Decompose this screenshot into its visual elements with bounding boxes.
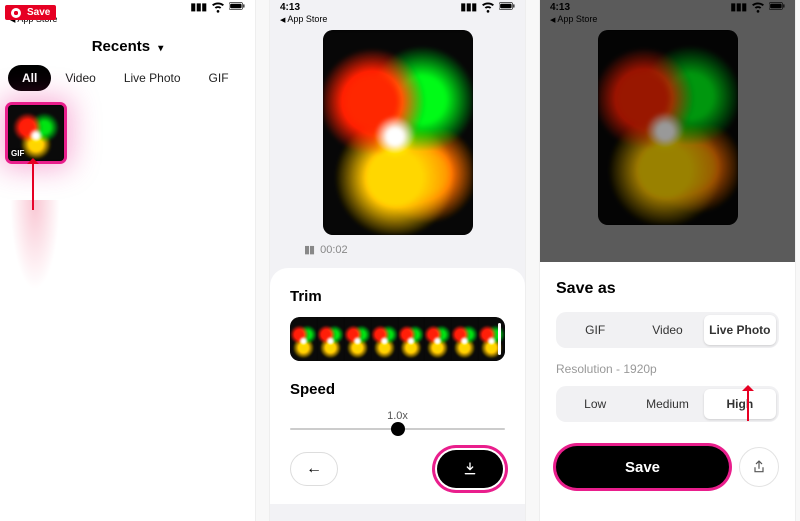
action-row: ← — [290, 448, 505, 490]
thumbnail-format-label: GIF — [11, 149, 24, 158]
format-live-photo[interactable]: Live Photo — [704, 315, 776, 345]
album-title: Recents — [92, 38, 150, 55]
edit-panel: Trim Speed 1.0x ← — [270, 268, 525, 504]
speed-slider[interactable] — [290, 428, 505, 430]
screen-save-sheet: 4:13 ▮▮▮ App Store Save as GIF Video Liv… — [540, 0, 795, 521]
quality-segmented-control: Low Medium High — [556, 386, 779, 422]
annotation-highlight — [435, 448, 505, 490]
pause-icon[interactable]: ▮▮ — [304, 243, 314, 256]
annotation-glow — [10, 200, 60, 290]
format-video[interactable]: Video — [631, 315, 703, 345]
signal-icon: ▮▮▮ — [190, 2, 207, 13]
tab-gif[interactable]: GIF — [195, 65, 243, 91]
battery-icon — [229, 0, 245, 17]
wifi-icon — [210, 0, 226, 17]
slider-thumb[interactable] — [391, 422, 405, 436]
share-button[interactable] — [739, 447, 779, 487]
save-badge-label: Save — [27, 7, 50, 18]
back-button[interactable]: ← — [290, 452, 338, 486]
tab-live-photo[interactable]: Live Photo — [110, 65, 195, 91]
status-bar: 4:13 ▮▮▮ — [540, 0, 795, 14]
signal-icon: ▮▮▮ — [460, 2, 477, 13]
preview-image — [598, 30, 738, 225]
album-picker[interactable]: Recents ▾ — [0, 24, 255, 61]
signal-icon: ▮▮▮ — [730, 2, 747, 13]
quality-medium[interactable]: Medium — [631, 389, 703, 419]
annotation-arrow — [747, 387, 749, 421]
save-sheet: Save as GIF Video Live Photo Resolution … — [540, 262, 795, 521]
resolution-label: Resolution - 1920p — [556, 362, 779, 376]
trim-title: Trim — [290, 288, 505, 305]
battery-icon — [499, 0, 515, 17]
status-time: 4:13 — [550, 2, 570, 13]
arrow-left-icon: ← — [306, 460, 322, 478]
status-right: ▮▮▮ — [190, 0, 245, 17]
media-type-tabs: All Video Live Photo GIF — [0, 61, 255, 101]
download-icon — [462, 461, 478, 477]
format-segmented-control: GIF Video Live Photo — [556, 312, 779, 348]
wifi-icon — [480, 0, 496, 17]
quality-low[interactable]: Low — [559, 389, 631, 419]
trim-slider[interactable] — [290, 317, 505, 361]
video-preview[interactable] — [323, 30, 473, 235]
save-button[interactable]: Save — [556, 446, 729, 488]
dimmed-background: 4:13 ▮▮▮ App Store — [540, 0, 795, 262]
speed-title: Speed — [290, 381, 505, 398]
status-bar: 4:13 ▮▮▮ — [270, 0, 525, 14]
sheet-title: Save as — [556, 280, 779, 298]
screen-gallery: Save ▮▮▮ App Store Recents ▾ All Video L… — [0, 0, 255, 521]
speed-value: 1.0x — [290, 410, 505, 422]
save-button-label: Save — [625, 459, 660, 476]
playback-time: 00:02 — [320, 244, 348, 256]
chevron-down-icon: ▾ — [158, 43, 163, 54]
share-icon — [751, 459, 767, 475]
save-row: Save — [556, 446, 779, 488]
download-button[interactable] — [437, 450, 503, 488]
status-time: 4:13 — [280, 2, 300, 13]
screen-editor: 4:13 ▮▮▮ App Store ▮▮ 00:02 Trim — [270, 0, 525, 521]
preview-image — [323, 30, 473, 235]
format-gif[interactable]: GIF — [559, 315, 631, 345]
status-right: ▮▮▮ — [460, 0, 515, 17]
app-back-link[interactable]: App Store — [540, 14, 795, 24]
playback-controls: ▮▮ 00:02 — [270, 235, 525, 264]
tab-all[interactable]: All — [8, 65, 51, 91]
video-preview-dimmed — [598, 30, 738, 225]
speed-section: Speed 1.0x — [290, 381, 505, 430]
pinterest-save-badge[interactable]: Save — [5, 5, 56, 20]
quality-high[interactable]: High — [704, 389, 776, 419]
tab-video[interactable]: Video — [51, 65, 109, 91]
